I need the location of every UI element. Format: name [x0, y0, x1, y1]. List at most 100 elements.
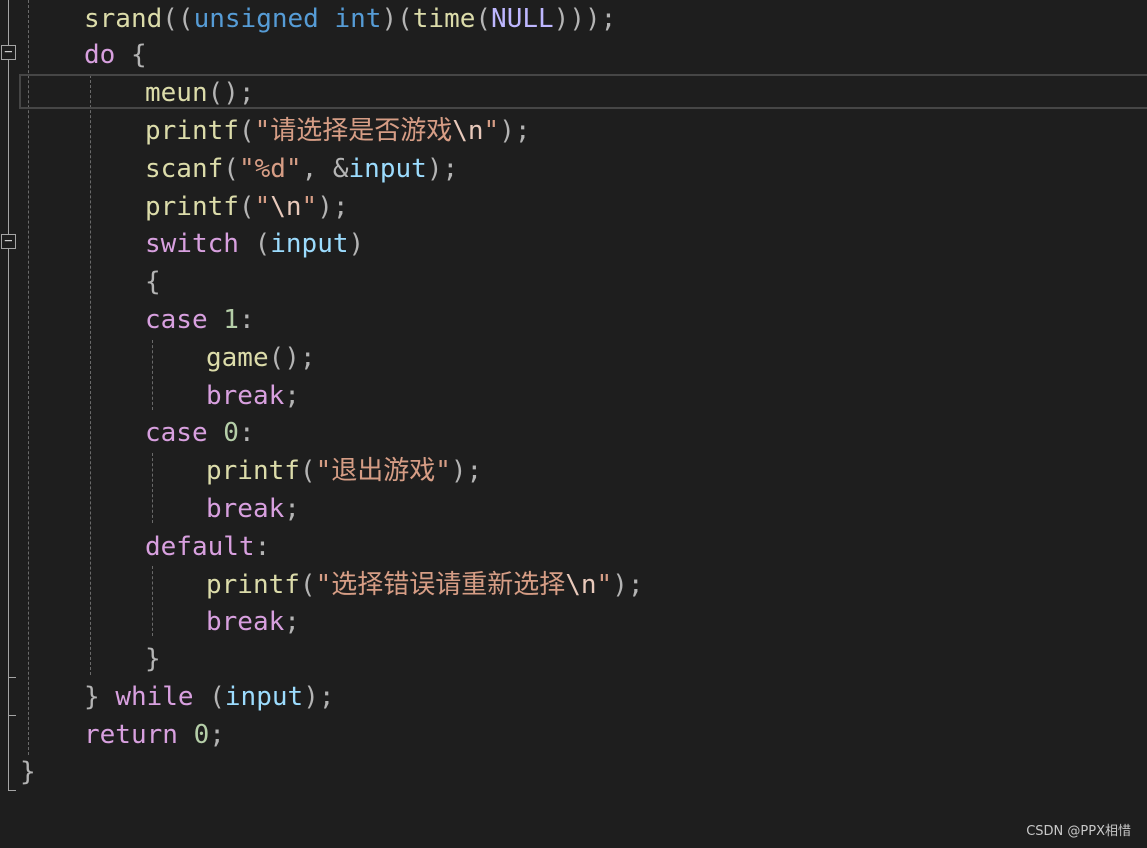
code-token: 1: [223, 305, 239, 335]
code-token: ": [301, 192, 318, 222]
code-token: );: [303, 682, 335, 712]
code-line[interactable]: case 0:: [145, 414, 255, 452]
indent-guide: [152, 340, 153, 410]
code-token: ): [348, 229, 365, 259]
code-token: switch: [145, 229, 239, 259]
code-token: (: [238, 116, 255, 146]
code-token: "请选择是否游戏: [254, 116, 453, 146]
code-line[interactable]: srand((unsigned int)(time(NULL)));: [84, 0, 616, 38]
fold-outline: [8, 60, 9, 234]
code-token: \n: [565, 570, 597, 600]
fold-gutter: − −: [0, 0, 20, 848]
code-token: \n: [270, 192, 302, 222]
code-token: :: [238, 418, 255, 448]
code-line[interactable]: meun();: [145, 74, 255, 112]
code-token: "选择错误请重新选择: [315, 570, 566, 600]
code-token: return: [84, 720, 178, 750]
code-line[interactable]: game();: [206, 339, 316, 377]
code-line[interactable]: printf("退出游戏");: [206, 452, 482, 490]
code-token: ": [254, 192, 271, 222]
code-token: printf: [145, 116, 239, 146]
code-line[interactable]: printf("\n");: [145, 188, 349, 226]
fold-end-marker: [8, 715, 16, 716]
code-token: (: [223, 154, 239, 184]
code-line[interactable]: case 1:: [145, 301, 255, 339]
code-line[interactable]: switch (input): [145, 225, 364, 263]
code-token: 0: [223, 418, 239, 448]
code-token: ;: [284, 381, 300, 411]
code-line[interactable]: }: [20, 753, 36, 791]
collapse-do-block-icon[interactable]: −: [1, 45, 16, 60]
code-line[interactable]: return 0;: [84, 716, 225, 754]
code-token: printf: [206, 456, 300, 486]
code-token: NULL: [491, 4, 554, 34]
code-token: "退出游戏": [315, 456, 451, 486]
collapse-switch-block-icon[interactable]: −: [1, 234, 16, 249]
code-token: {: [145, 267, 161, 297]
code-token: break: [206, 494, 285, 524]
fold-outline: [8, 249, 9, 791]
watermark: CSDN @PPX相惜: [1026, 824, 1131, 839]
code-token: );: [317, 192, 349, 222]
code-line[interactable]: }: [145, 640, 161, 678]
code-token: case: [145, 305, 208, 335]
code-token: input: [224, 682, 304, 712]
code-token: )(: [381, 4, 413, 34]
code-line[interactable]: printf("选择错误请重新选择\n");: [206, 566, 644, 604]
code-token: (: [193, 682, 225, 712]
code-token: srand: [84, 4, 163, 34]
code-line[interactable]: break;: [206, 603, 300, 641]
code-line[interactable]: break;: [206, 377, 300, 415]
code-token: ;: [209, 720, 225, 750]
code-token: (: [475, 4, 492, 34]
code-token: case: [145, 418, 208, 448]
code-token: (: [238, 192, 255, 222]
code-token: ();: [207, 78, 255, 108]
code-token: )));: [553, 4, 617, 34]
code-token: , &: [301, 154, 349, 184]
code-token: ;: [284, 607, 300, 637]
code-token: }: [84, 682, 100, 712]
code-line[interactable]: break;: [206, 490, 300, 528]
code-line[interactable]: } while (input);: [84, 678, 335, 716]
code-token: (: [299, 570, 316, 600]
code-token: "%d": [238, 154, 302, 184]
code-token: input: [348, 154, 427, 184]
code-token: game: [206, 343, 269, 373]
code-token: \n: [452, 116, 484, 146]
fold-end-marker: [8, 790, 16, 791]
code-line[interactable]: do {: [84, 36, 147, 74]
code-token: {: [115, 40, 147, 70]
code-token: scanf: [145, 154, 224, 184]
code-line[interactable]: printf("请选择是否游戏\n");: [145, 112, 531, 150]
code-token: unsigned: [193, 4, 319, 34]
code-token: ();: [268, 343, 316, 373]
code-token: ": [483, 116, 500, 146]
code-token: (: [299, 456, 316, 486]
fold-end-marker: [8, 677, 16, 678]
code-token: ((: [162, 4, 194, 34]
code-token: input: [270, 229, 349, 259]
indent-guide: [152, 453, 153, 523]
fold-outline: [8, 0, 9, 45]
code-token: printf: [145, 192, 239, 222]
code-token: 0: [193, 720, 210, 750]
code-editor[interactable]: − − srand((unsigned int)(time(NULL))); do…: [0, 0, 1147, 848]
code-token: default: [145, 532, 255, 562]
code-token: ;: [284, 494, 300, 524]
code-line[interactable]: default:: [145, 528, 270, 566]
indent-guide: [90, 75, 91, 675]
code-token: int: [334, 4, 382, 34]
code-token: (: [238, 229, 271, 259]
code-token: );: [450, 456, 483, 486]
code-token: meun: [145, 78, 208, 108]
code-line[interactable]: {: [145, 263, 161, 301]
code-token: break: [206, 381, 285, 411]
code-line[interactable]: scanf("%d", &input);: [145, 150, 458, 188]
code-token: while: [115, 682, 194, 712]
